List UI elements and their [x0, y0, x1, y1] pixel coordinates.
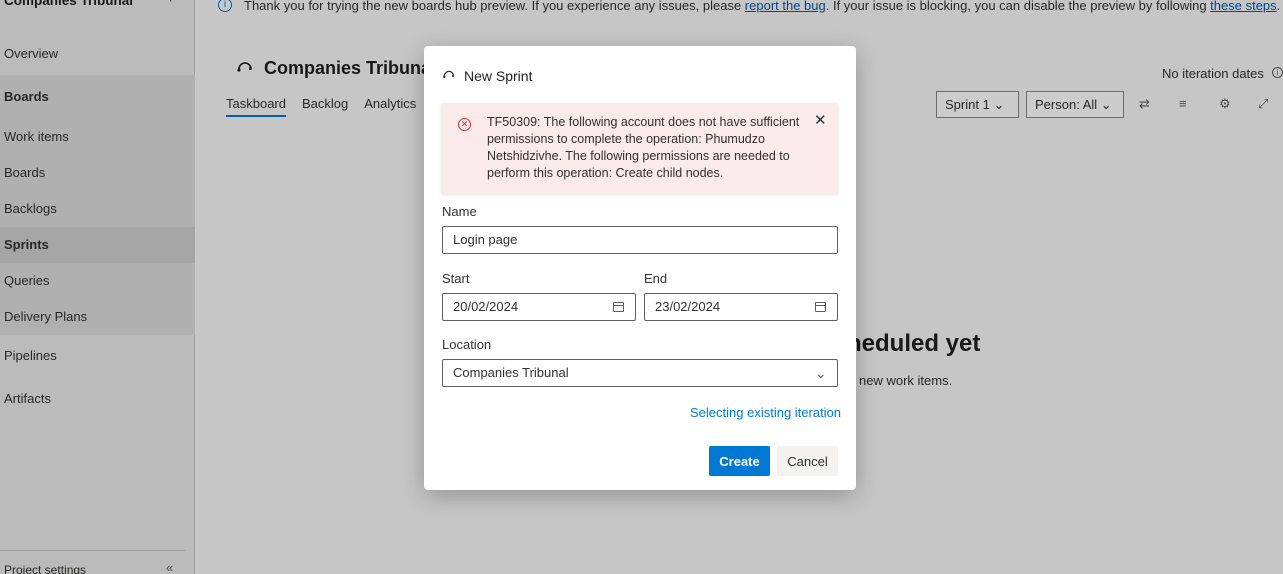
start-date-input[interactable]: 20/02/2024	[442, 293, 636, 321]
name-label: Name	[442, 204, 477, 219]
dialog-title: New Sprint	[464, 68, 533, 84]
chevron-down-icon: ⌄	[815, 365, 827, 381]
end-date-input[interactable]: 23/02/2024	[644, 293, 838, 321]
start-date-value: 20/02/2024	[453, 299, 519, 314]
location-label: Location	[442, 337, 492, 352]
location-value: Companies Tribunal	[453, 365, 569, 380]
error-message: TF50309: The following account does not …	[487, 115, 800, 180]
end-label: End	[644, 271, 668, 286]
new-sprint-dialog: New Sprint ✕ TF50309: The following acco…	[424, 46, 856, 490]
start-label: Start	[442, 271, 470, 286]
calendar-icon[interactable]	[613, 294, 624, 322]
name-input[interactable]: Login page	[442, 226, 838, 254]
calendar-icon[interactable]	[815, 294, 826, 322]
error-message-bar: ✕ TF50309: The following account does no…	[441, 103, 838, 194]
error-icon: ✕	[458, 118, 471, 131]
end-date-value: 23/02/2024	[655, 299, 721, 314]
close-icon[interactable]: ✕	[814, 111, 827, 129]
location-dropdown[interactable]: Companies Tribunal ⌄	[442, 359, 838, 387]
dialog-header: New Sprint	[442, 68, 532, 84]
cancel-button[interactable]: Cancel	[777, 446, 838, 476]
select-existing-iteration-link[interactable]: Selecting existing iteration	[690, 405, 841, 420]
sprint-icon	[442, 69, 456, 83]
create-button[interactable]: Create	[709, 446, 770, 476]
